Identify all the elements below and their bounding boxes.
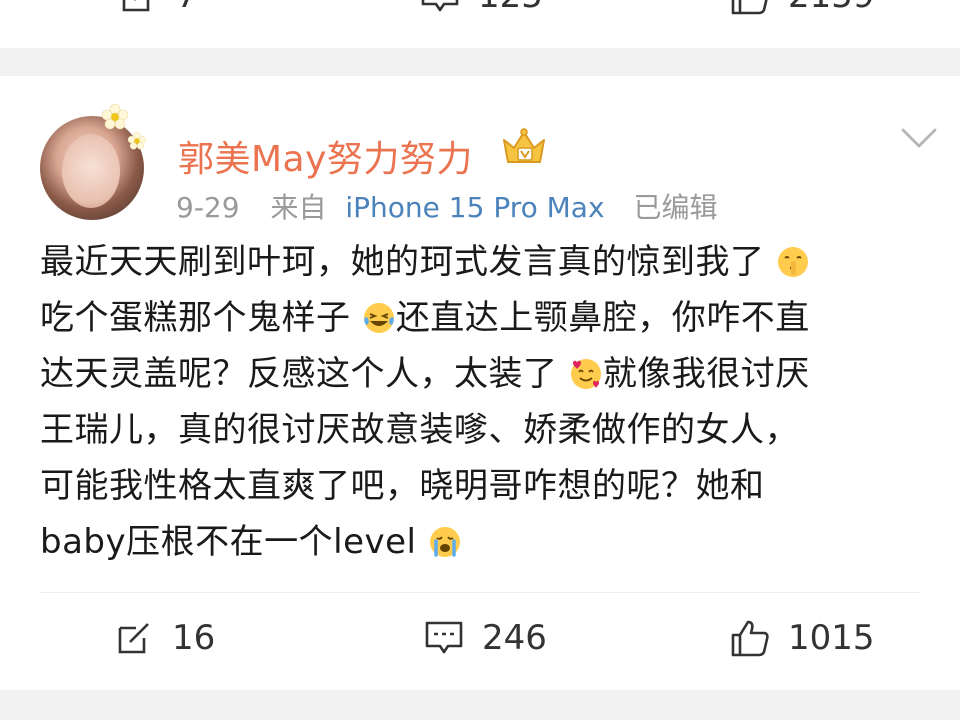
- comment-button[interactable]: 246: [424, 618, 547, 658]
- comment-count: 246: [482, 618, 547, 658]
- post-card[interactable]: 郭美May努力努力 9-29 来自 iPhone 15 Pro Max 已编辑 …: [0, 76, 960, 690]
- flower-icon: [102, 104, 128, 130]
- like-count: 1015: [788, 618, 875, 658]
- post-text-line: 达天灵盖呢？反感这个人，太装了 就像我很讨厌: [40, 346, 930, 402]
- like-button[interactable]: 1015: [730, 618, 875, 658]
- post-source[interactable]: iPhone 15 Pro Max: [345, 191, 604, 224]
- vip-crown-badge-icon[interactable]: [500, 126, 548, 170]
- card-separator: [40, 592, 920, 593]
- post-text-segment: 最近天天刷到叶珂，她的珂式发言真的惊到我了: [40, 242, 765, 282]
- laughing-tears-emoji: [363, 303, 394, 333]
- post-text-segment: 可能我性格太直爽了吧，晓明哥咋想的呢？她和: [40, 466, 765, 506]
- repost-button[interactable]: 7: [118, 0, 198, 16]
- post-date: 9-29: [176, 191, 240, 224]
- repost-icon: [114, 618, 154, 658]
- post-text-segment: 达天灵盖呢？反感这个人，太装了: [40, 354, 558, 394]
- previous-post-actions: 7 125 2159: [0, 0, 960, 40]
- repost-icon: [118, 0, 158, 16]
- post-text-segment: 还直达上颚鼻腔，你咋不直: [395, 298, 810, 338]
- post-meta: 9-29 来自 iPhone 15 Pro Max 已编辑: [176, 186, 717, 226]
- crying-face-emoji: [429, 527, 460, 557]
- edited-label[interactable]: 已编辑: [633, 191, 717, 224]
- username[interactable]: 郭美May努力努力: [178, 130, 473, 182]
- comment-icon: [420, 0, 460, 16]
- thumbs-up-icon: [730, 0, 770, 16]
- avatar[interactable]: [40, 104, 146, 220]
- like-button[interactable]: 2159: [730, 0, 875, 16]
- post-text[interactable]: 最近天天刷到叶珂，她的珂式发言真的惊到我了 吃个蛋糕那个鬼样子 还直达上颚鼻腔，…: [40, 234, 930, 570]
- comment-button[interactable]: 125: [420, 0, 543, 16]
- weibo-feed: 7 125 2159: [0, 0, 960, 720]
- post-text-segment: baby压根不在一个level: [40, 522, 428, 562]
- feed-divider: [0, 690, 960, 720]
- smiling-hearts-emoji: [570, 359, 601, 389]
- comment-count: 125: [478, 0, 543, 16]
- shushing-face-emoji: [777, 247, 808, 277]
- repost-count: 7: [176, 0, 198, 16]
- repost-count: 16: [172, 618, 216, 658]
- feed-divider: [0, 48, 960, 76]
- post-text-line: 王瑞儿，真的很讨厌故意装嗲、娇柔做作的女人，: [40, 402, 930, 458]
- chevron-down-icon[interactable]: [900, 124, 938, 154]
- thumbs-up-icon: [730, 618, 770, 658]
- repost-button[interactable]: 16: [114, 618, 215, 658]
- post-text-line: baby压根不在一个level: [40, 514, 930, 570]
- post-text-segment: 吃个蛋糕那个鬼样子: [40, 298, 351, 338]
- post-text-segment: 就像我很讨厌: [602, 354, 810, 394]
- post-text-line: 最近天天刷到叶珂，她的珂式发言真的惊到我了: [40, 234, 930, 290]
- avatar-face: [62, 134, 120, 208]
- post-text-line: 吃个蛋糕那个鬼样子 还直达上颚鼻腔，你咋不直: [40, 290, 930, 346]
- source-label: 来自: [270, 191, 327, 224]
- post-text-segment: 王瑞儿，真的很讨厌故意装嗲、娇柔做作的女人，: [40, 410, 799, 450]
- post-text-line: 可能我性格太直爽了吧，晓明哥咋想的呢？她和: [40, 458, 930, 514]
- like-count: 2159: [788, 0, 875, 16]
- flower-icon: [128, 132, 146, 150]
- post-actions: 16 246 1015: [0, 614, 960, 670]
- comment-icon: [424, 618, 464, 658]
